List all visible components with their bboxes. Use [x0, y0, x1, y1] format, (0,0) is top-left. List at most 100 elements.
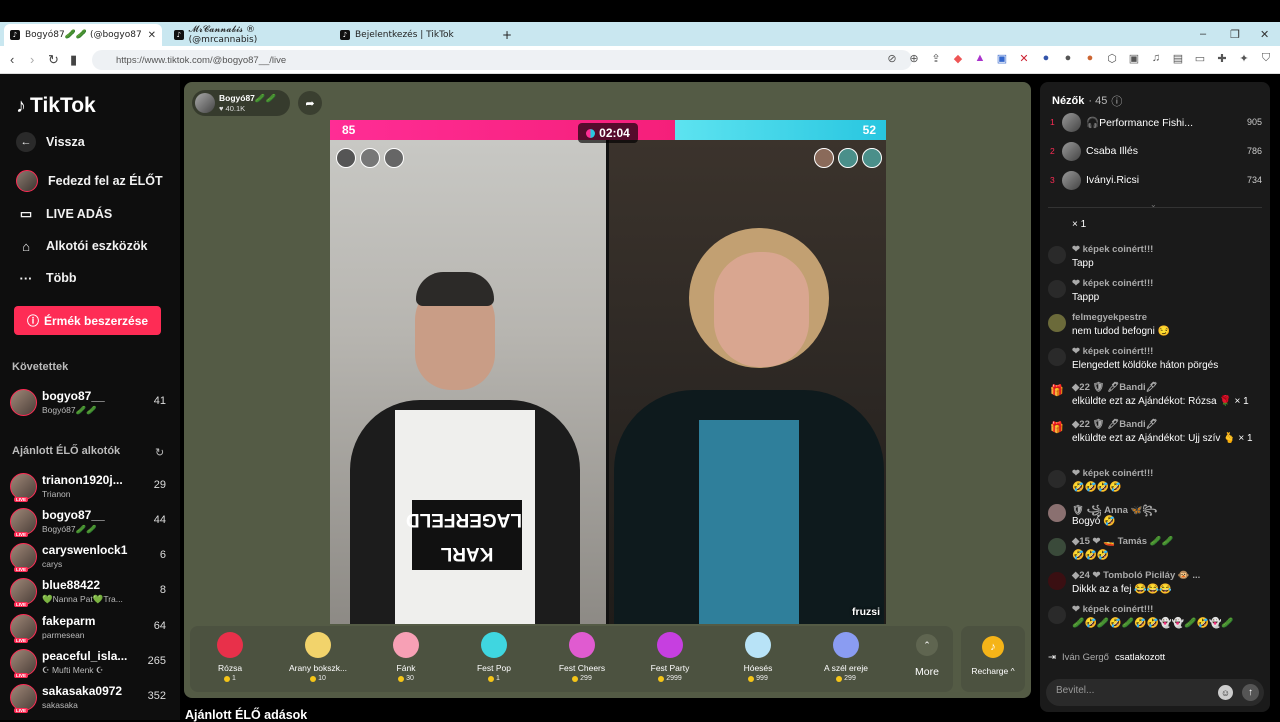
supporter-avatar[interactable]: [360, 148, 380, 168]
tab-mrcannabis[interactable]: ♪ 𝓜𝓻𝓒𝓪𝓷𝓷𝓪𝓫𝓲𝓼 ® (@mrcannabis): [168, 24, 328, 46]
nav-explore-live[interactable]: Fedezd fel az ÉLŐT: [16, 170, 163, 192]
tab-login[interactable]: ♪ Bejelentkezés | TikTok: [334, 24, 494, 46]
gift-name: Arany bokszk...: [288, 663, 348, 673]
extension-7-icon[interactable]: ▣: [1127, 52, 1141, 65]
live-stage: Bogyó87🥒🥒 ♥ 40.1K ➦ KARL LAGERFELD fruzsi: [184, 82, 1031, 698]
tab-bogyo87[interactable]: ♪ Bogyó87🥒🥒 (@bogyo87 ✕: [4, 24, 162, 46]
recommended-item[interactable]: LIVE peaceful_isla... ☪ Mufti Menk ☪ 265: [10, 647, 170, 681]
reload-icon[interactable]: ↻: [48, 52, 59, 68]
nav-label: Vissza: [46, 135, 85, 149]
recommended-item[interactable]: LIVE blue88422 💚Nanna Pat💚Tra... 8: [10, 576, 170, 610]
recommended-item[interactable]: LIVE bogyo87__ Bogyó87🥒🥒 44: [10, 506, 170, 540]
close-window-button[interactable]: ✕: [1260, 22, 1269, 46]
message-text: Tapp: [1072, 258, 1094, 269]
gift-fest-cheers[interactable]: Fest Cheers 299: [542, 630, 622, 690]
viewers-header[interactable]: Nézők · 45 ⓘ: [1052, 93, 1122, 109]
recommended-item[interactable]: LIVE trianon1920j... Trianon 29: [10, 471, 170, 505]
recommended-item[interactable]: LIVE sakasaka0972 sakasaka 352: [10, 682, 170, 716]
gift-rozsa[interactable]: Rózsa 1: [190, 630, 270, 690]
minimize-button[interactable]: –: [1200, 22, 1206, 46]
gift-hoeses[interactable]: Hóesés 999: [718, 630, 798, 690]
emoji-icon[interactable]: ☺: [1218, 685, 1233, 700]
top-viewer[interactable]: 1 🎧Performance Fishi... 905: [1050, 112, 1262, 134]
chat-message[interactable]: 🛡 ꧁ Anna 🦋꧂ Bogyó 🤣: [1048, 502, 1264, 534]
avatar: [1048, 246, 1066, 264]
top-viewer[interactable]: 3 Iványi.Ricsi 734: [1050, 170, 1262, 192]
gift-arany[interactable]: Arany bokszk... 10: [278, 630, 358, 690]
forward-icon[interactable]: ›: [30, 52, 34, 67]
chat-message[interactable]: ◆24 ❤ Tomboló Piciláy 🐵 ... Dikkk az a f…: [1048, 570, 1264, 602]
nav-more[interactable]: ··· Több: [16, 268, 77, 288]
host-pill[interactable]: Bogyó87🥒🥒 ♥ 40.1K: [192, 90, 290, 116]
tiktok-logo[interactable]: ♪ TikTok: [16, 94, 96, 118]
close-tab-icon[interactable]: ✕: [148, 30, 156, 41]
share-icon[interactable]: ⇪: [929, 52, 943, 65]
gift-fank[interactable]: Fánk 30: [366, 630, 446, 690]
gift-fest-pop[interactable]: Fest Pop 1: [454, 630, 534, 690]
chat-gift-message[interactable]: 🎁 ◆22 🛡 🖊Bandi🖊 elküldte ezt az Ajándéko…: [1048, 419, 1264, 461]
sidebar-icon[interactable]: ▤: [1171, 52, 1185, 65]
chat-message[interactable]: ◆15 ❤ 🚤 Tamás 🥒🥒 🤣🤣🤣: [1048, 536, 1264, 568]
bookmark-icon[interactable]: ▮: [70, 52, 77, 68]
message-author: ◆24 ❤ Tomboló Piciláy 🐵 ...: [1072, 570, 1201, 581]
share-icon[interactable]: ➦: [298, 91, 322, 115]
extension-4-icon[interactable]: ●: [1061, 52, 1075, 65]
nav-live[interactable]: ▭ LIVE ADÁS: [16, 204, 112, 224]
top-viewer[interactable]: 2 Csaba Illés 786: [1050, 141, 1262, 163]
sparkle-icon[interactable]: ✦: [1237, 52, 1251, 65]
rewards-icon[interactable]: ▲: [973, 52, 987, 65]
chat-message[interactable]: felmegyekpestre nem tudod befogni 😏: [1048, 312, 1264, 344]
creator-name: sakasaka0972: [42, 684, 123, 698]
chat-message[interactable]: ❤ képek coinért!!! 🤣🤣🤣🤣: [1048, 468, 1264, 500]
gift-szel-ereje[interactable]: A szél ereje 299: [806, 630, 886, 690]
puzzle-icon[interactable]: ✚: [1215, 52, 1229, 65]
right-score-fill: 52: [674, 120, 886, 140]
recharge-button[interactable]: ♪ Recharge ^: [961, 626, 1025, 692]
vpn-icon[interactable]: ⛉: [1259, 52, 1273, 65]
wallet-icon[interactable]: ▭: [1193, 52, 1207, 65]
nav-back[interactable]: ← Vissza: [16, 132, 85, 152]
right-score: 52: [862, 123, 876, 137]
info-icon[interactable]: ⓘ: [1111, 93, 1122, 109]
new-tab-button[interactable]: +: [496, 24, 516, 46]
chat-message[interactable]: ❤ képek coinért!!! 🥒🤣🥒🤣🥒🤣🤣👻👻🥒🤣👻🥒: [1048, 604, 1264, 646]
refresh-icon[interactable]: ↻: [155, 446, 164, 459]
get-coins-button[interactable]: ⓘ Érmék beszerzése: [14, 306, 161, 335]
supporter-avatar[interactable]: [384, 148, 404, 168]
battle-video[interactable]: KARL LAGERFELD fruzsi 85 52 02:04: [330, 120, 886, 624]
extension-6-icon[interactable]: ⬡: [1105, 52, 1119, 65]
music-icon[interactable]: ♫: [1149, 52, 1163, 65]
chat-message[interactable]: ❤ képek coinért!!! Elengedett köldöke há…: [1048, 346, 1264, 378]
extension-1-icon[interactable]: ▣: [995, 52, 1009, 65]
supporter-avatar[interactable]: [862, 148, 882, 168]
chat-message[interactable]: ❤ képek coinért!!! Tappp: [1048, 278, 1264, 310]
url-field[interactable]: https://www.tiktok.com/@bogyo87__/live: [92, 50, 912, 70]
chat-gift-message[interactable]: 🎁 ◆22 🛡 🖊Bandi🖊 elküldte ezt az Ajándéko…: [1048, 382, 1264, 416]
extension-2-icon[interactable]: ✕: [1017, 52, 1031, 65]
gift-fest-party[interactable]: Fest Party 2999: [630, 630, 710, 690]
send-icon[interactable]: ↑: [1242, 684, 1259, 701]
extension-3-icon[interactable]: ●: [1039, 52, 1053, 65]
following-item[interactable]: bogyo87__ Bogyó87🥒🥒 41: [10, 387, 170, 421]
supporter-avatar[interactable]: [838, 148, 858, 168]
supporter-avatar[interactable]: [814, 148, 834, 168]
supporter-avatar[interactable]: [336, 148, 356, 168]
gift-icon: 🎁: [1050, 385, 1064, 397]
creator-count: 6: [159, 549, 166, 561]
recommended-item[interactable]: LIVE caryswenlock1 carys 6: [10, 541, 170, 575]
avatar: [1062, 113, 1081, 132]
zoom-icon[interactable]: ⊕: [907, 52, 921, 65]
chat-message[interactable]: ❤ képek coinért!!! Tapp: [1048, 244, 1264, 276]
chat-input[interactable]: [1056, 685, 1206, 696]
chevron-down-icon[interactable]: ⌄: [1150, 200, 1157, 209]
coin-icon: [310, 675, 317, 682]
translate-icon[interactable]: ⊘: [885, 52, 899, 65]
brave-shield-icon[interactable]: ◆: [951, 52, 965, 65]
more-gifts-button[interactable]: ⌃ More: [902, 634, 952, 678]
host-name: Bogyó87🥒🥒: [219, 93, 277, 103]
extension-5-icon[interactable]: ●: [1083, 52, 1097, 65]
nav-creator-tools[interactable]: ⌂ Alkotói eszközök: [16, 236, 147, 256]
back-icon[interactable]: ‹: [10, 52, 14, 67]
maximize-button[interactable]: ❐: [1230, 22, 1240, 46]
recommended-item[interactable]: LIVE fakeparm parmesean 64: [10, 612, 170, 646]
